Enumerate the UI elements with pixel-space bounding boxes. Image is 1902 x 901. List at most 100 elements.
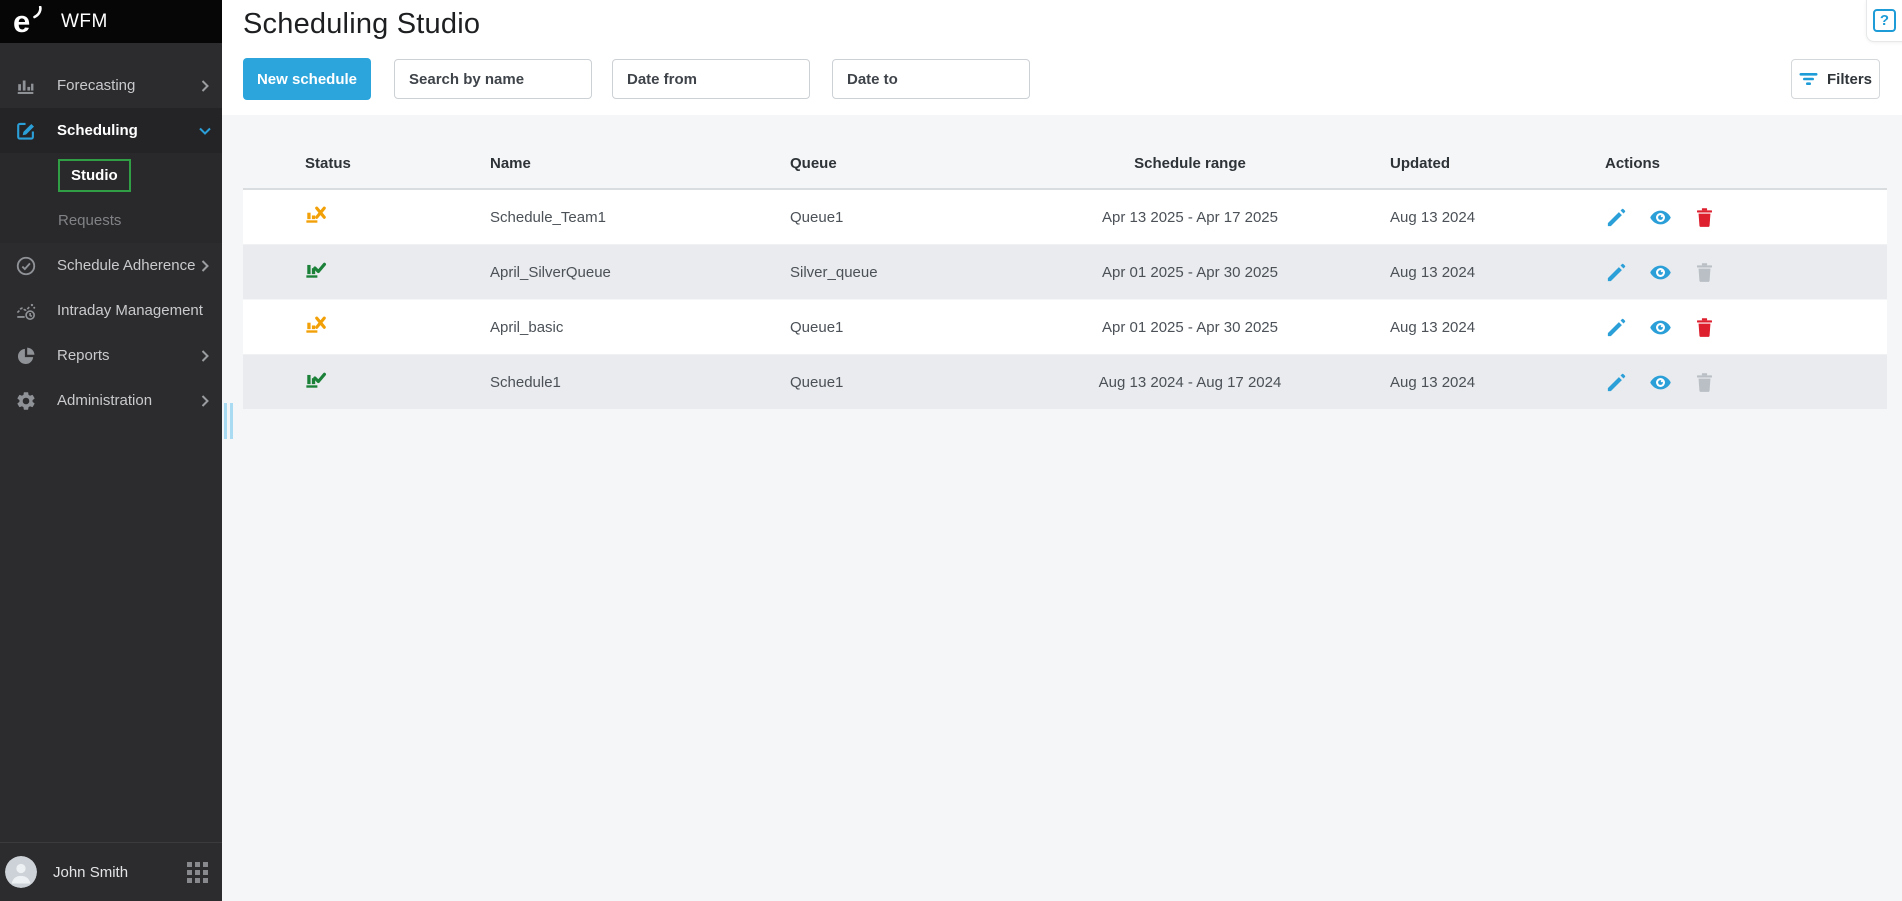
status-ok-icon: [305, 369, 327, 391]
edit-square-icon: [15, 120, 37, 142]
column-header-name[interactable]: Name: [490, 155, 790, 172]
table-row[interactable]: April_basic Queue1 Apr 01 2025 - Apr 30 …: [243, 300, 1887, 355]
sidebar-item-reports[interactable]: Reports: [0, 333, 222, 378]
view-button[interactable]: [1649, 261, 1672, 284]
table-row[interactable]: April_SilverQueue Silver_queue Apr 01 20…: [243, 245, 1887, 300]
schedules-table: Status Name Queue Schedule range Updated…: [243, 139, 1887, 410]
delete-button[interactable]: [1693, 206, 1716, 229]
actions-cell: [1605, 316, 1887, 339]
sidebar-nav: Forecasting Scheduling Studio Reque: [0, 43, 222, 842]
sidebar-item-studio[interactable]: Studio: [0, 153, 222, 198]
search-by-name-input[interactable]: [394, 59, 592, 99]
sidebar-item-scheduling[interactable]: Scheduling: [0, 108, 222, 153]
check-circle-icon: [15, 255, 37, 277]
scheduling-submenu: Studio Requests: [0, 153, 222, 243]
toolbar: New schedule Filters: [243, 58, 1880, 100]
view-button[interactable]: [1649, 371, 1672, 394]
edit-button[interactable]: [1605, 261, 1628, 284]
table-row[interactable]: Schedule1 Queue1 Aug 13 2024 - Aug 17 20…: [243, 355, 1887, 410]
edit-button[interactable]: [1605, 206, 1628, 229]
avatar: [5, 856, 37, 888]
user-bar[interactable]: John Smith: [0, 842, 222, 901]
page-title: Scheduling Studio: [243, 8, 1880, 41]
status-cell: [305, 369, 490, 395]
filters-button[interactable]: Filters: [1791, 59, 1880, 99]
updated-date: Aug 13 2024: [1390, 209, 1605, 226]
sidebar-resize-handle[interactable]: [224, 403, 233, 439]
status-ok-icon: [305, 259, 327, 281]
sidebar: e WFM Forecasting: [0, 0, 222, 901]
brand-logo-letter: e: [13, 4, 29, 39]
apps-grid-icon[interactable]: [187, 862, 208, 883]
sidebar-item-label: Requests: [58, 212, 121, 229]
chevron-right-icon: [201, 259, 209, 272]
actions-cell: [1605, 206, 1887, 229]
column-header-queue[interactable]: Queue: [790, 155, 990, 172]
updated-date: Aug 13 2024: [1390, 374, 1605, 391]
schedule-range: Apr 13 2025 - Apr 17 2025: [990, 209, 1390, 226]
updated-date: Aug 13 2024: [1390, 264, 1605, 281]
column-header-actions: Actions: [1605, 155, 1887, 172]
delete-button[interactable]: [1693, 371, 1716, 394]
queue-name: Queue1: [790, 209, 990, 226]
date-from-input[interactable]: [612, 59, 810, 99]
bar-chart-icon: [15, 75, 37, 97]
sidebar-item-administration[interactable]: Administration: [0, 378, 222, 423]
queue-name: Queue1: [790, 319, 990, 336]
schedule-range: Apr 01 2025 - Apr 30 2025: [990, 264, 1390, 281]
sidebar-item-schedule-adherence[interactable]: Schedule Adherence: [0, 243, 222, 288]
gear-icon: [15, 390, 37, 412]
status-warning-icon: [305, 204, 327, 226]
chevron-right-icon: [201, 394, 209, 407]
status-warning-icon: [305, 314, 327, 336]
actions-cell: [1605, 261, 1887, 284]
column-header-updated[interactable]: Updated: [1390, 155, 1605, 172]
chevron-down-icon: [199, 127, 212, 135]
content-area: Status Name Queue Schedule range Updated…: [222, 115, 1902, 410]
sidebar-item-label: Intraday Management: [57, 302, 203, 319]
table-row[interactable]: Schedule_Team1 Queue1 Apr 13 2025 - Apr …: [243, 190, 1887, 245]
brand-logo-tick-icon: [33, 6, 44, 19]
sidebar-item-label: Administration: [57, 392, 152, 409]
user-name: John Smith: [53, 864, 187, 881]
actions-cell: [1605, 371, 1887, 394]
edit-button[interactable]: [1605, 371, 1628, 394]
updated-date: Aug 13 2024: [1390, 319, 1605, 336]
schedule-name: Schedule1: [490, 374, 790, 391]
edit-button[interactable]: [1605, 316, 1628, 339]
view-button[interactable]: [1649, 206, 1672, 229]
column-header-status[interactable]: Status: [305, 155, 490, 172]
sidebar-item-requests[interactable]: Requests: [0, 198, 222, 243]
queue-name: Queue1: [790, 374, 990, 391]
view-button[interactable]: [1649, 316, 1672, 339]
sidebar-item-intraday-management[interactable]: Intraday Management: [0, 288, 222, 333]
brand-logo-icon: e: [13, 5, 49, 39]
help-widget[interactable]: ?: [1866, 0, 1902, 42]
new-schedule-button[interactable]: New schedule: [243, 58, 371, 100]
schedule-range: Aug 13 2024 - Aug 17 2024: [990, 374, 1390, 391]
schedule-name: April_SilverQueue: [490, 264, 790, 281]
product-name: WFM: [61, 11, 108, 33]
chevron-right-icon: [201, 79, 209, 92]
schedule-range: Apr 01 2025 - Apr 30 2025: [990, 319, 1390, 336]
queue-name: Silver_queue: [790, 264, 990, 281]
sidebar-item-forecasting[interactable]: Forecasting: [0, 63, 222, 108]
column-header-schedule-range[interactable]: Schedule range: [990, 155, 1390, 172]
sidebar-item-label: Scheduling: [57, 122, 138, 139]
filters-button-label: Filters: [1827, 71, 1872, 88]
help-icon[interactable]: ?: [1873, 9, 1896, 32]
date-to-input[interactable]: [832, 59, 1030, 99]
schedule-name: April_basic: [490, 319, 790, 336]
sidebar-item-label: Studio: [58, 159, 131, 192]
sidebar-item-label: Reports: [57, 347, 110, 364]
delete-button[interactable]: [1693, 261, 1716, 284]
status-cell: [305, 204, 490, 230]
chevron-right-icon: [201, 349, 209, 362]
schedule-name: Schedule_Team1: [490, 209, 790, 226]
pie-chart-icon: [15, 345, 37, 367]
filter-funnel-icon: [1799, 72, 1818, 86]
brand-bar: e WFM: [0, 0, 222, 43]
page-header: Scheduling Studio New schedule Filters: [222, 0, 1902, 115]
delete-button[interactable]: [1693, 316, 1716, 339]
table-body: Schedule_Team1 Queue1 Apr 13 2025 - Apr …: [243, 188, 1887, 410]
